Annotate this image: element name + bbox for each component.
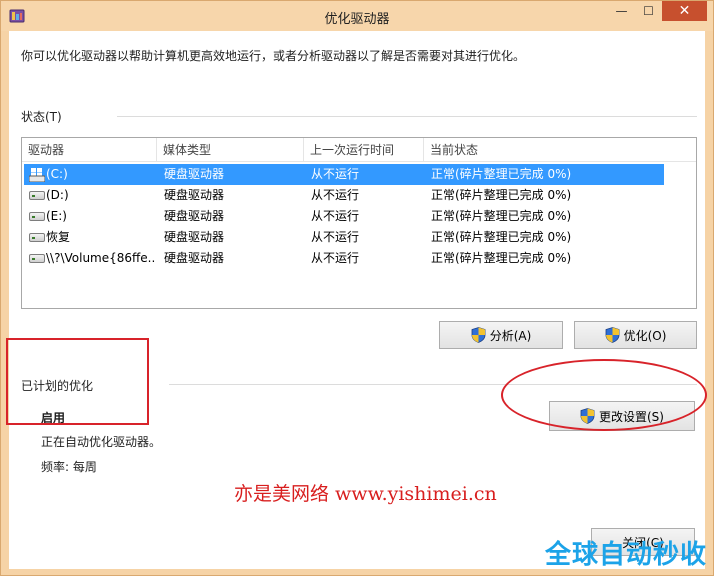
current-status: 正常(碎片整理已完成 0%) [431,209,572,223]
column-header-media-type[interactable]: 媒体类型 [157,138,304,162]
title-bar[interactable]: 优化驱动器 — ☐ ✕ [1,1,713,31]
drive-name: (E:) [46,209,67,223]
drive-name: \\?\Volume{86ffe... [46,251,156,265]
optimize-button[interactable]: 优化(O) [574,321,697,349]
corner-watermark: 全球自动秒收 [544,540,707,570]
media-type: 硬盘驱动器 [164,188,225,202]
uac-shield-icon [471,327,486,343]
schedule-frequency-text: 频率: 每周 [41,460,97,474]
uac-shield-icon [605,327,619,343]
last-run: 从不运行 [311,230,360,244]
drive-icon [29,191,45,200]
media-type: 硬盘驱动器 [164,230,225,244]
status-section-label: 状态(T) [21,110,62,124]
column-header-drive[interactable]: 驱动器 [22,138,157,162]
drive-name: 恢复 [46,230,71,244]
minimize-button[interactable]: — [608,1,635,21]
window-title: 优化驱动器 [324,12,390,27]
status-separator [117,116,697,117]
current-status: 正常(碎片整理已完成 0%) [431,230,572,244]
last-run: 从不运行 [311,188,360,202]
media-type: 硬盘驱动器 [164,209,225,223]
drives-list[interactable]: 驱动器 媒体类型 上一次运行时间 当前状态 (C:) 硬盘驱动器 从不运行 正常… [21,137,697,309]
table-row[interactable]: \\?\Volume{86ffe... 硬盘驱动器 从不运行 正常(碎片整理已完… [24,248,664,269]
window-frame: 优化驱动器 — ☐ ✕ 你可以优化驱动器以帮助计算机更高效地运行，或者分析驱动器… [0,0,714,576]
table-row[interactable]: (D:) 硬盘驱动器 从不运行 正常(碎片整理已完成 0%) [24,185,664,206]
table-row[interactable]: 恢复 硬盘驱动器 从不运行 正常(碎片整理已完成 0%) [24,227,664,248]
drive-icon [29,254,45,263]
list-header: 驱动器 媒体类型 上一次运行时间 当前状态 [22,138,696,162]
drive-name: (D:) [46,188,69,202]
drive-icon [29,212,45,221]
current-status: 正常(碎片整理已完成 0%) [431,167,572,181]
media-type: 硬盘驱动器 [164,251,225,265]
drive-icon [29,233,45,242]
last-run: 从不运行 [311,167,360,181]
table-row[interactable]: (C:) 硬盘驱动器 从不运行 正常(碎片整理已完成 0%) [24,164,664,185]
column-header-current-status[interactable]: 当前状态 [424,138,696,162]
optimize-button-label: 优化(O) [623,328,667,343]
close-window-button[interactable]: ✕ [662,1,707,21]
current-status: 正常(碎片整理已完成 0%) [431,188,572,202]
last-run: 从不运行 [311,209,360,223]
description-text: 你可以优化驱动器以帮助计算机更高效地运行，或者分析驱动器以了解是否需要对其进行优… [21,49,526,63]
media-type: 硬盘驱动器 [164,167,225,181]
system-drive-icon [29,168,45,182]
table-row[interactable]: (E:) 硬盘驱动器 从不运行 正常(碎片整理已完成 0%) [24,206,664,227]
maximize-button[interactable]: ☐ [635,1,662,21]
highlight-ellipse [501,359,707,431]
drive-name: (C:) [46,167,68,181]
current-status: 正常(碎片整理已完成 0%) [431,251,572,265]
last-run: 从不运行 [311,251,360,265]
analyze-button[interactable]: 分析(A) [439,321,563,349]
schedule-running-text: 正在自动优化驱动器。 [41,435,162,449]
analyze-button-label: 分析(A) [489,328,532,343]
site-watermark: 亦是美网络 www.yishimei.cn [234,483,497,505]
column-header-last-run[interactable]: 上一次运行时间 [304,138,424,162]
highlight-rectangle [6,338,149,425]
dialog-body: 你可以优化驱动器以帮助计算机更高效地运行，或者分析驱动器以了解是否需要对其进行优… [9,31,705,569]
